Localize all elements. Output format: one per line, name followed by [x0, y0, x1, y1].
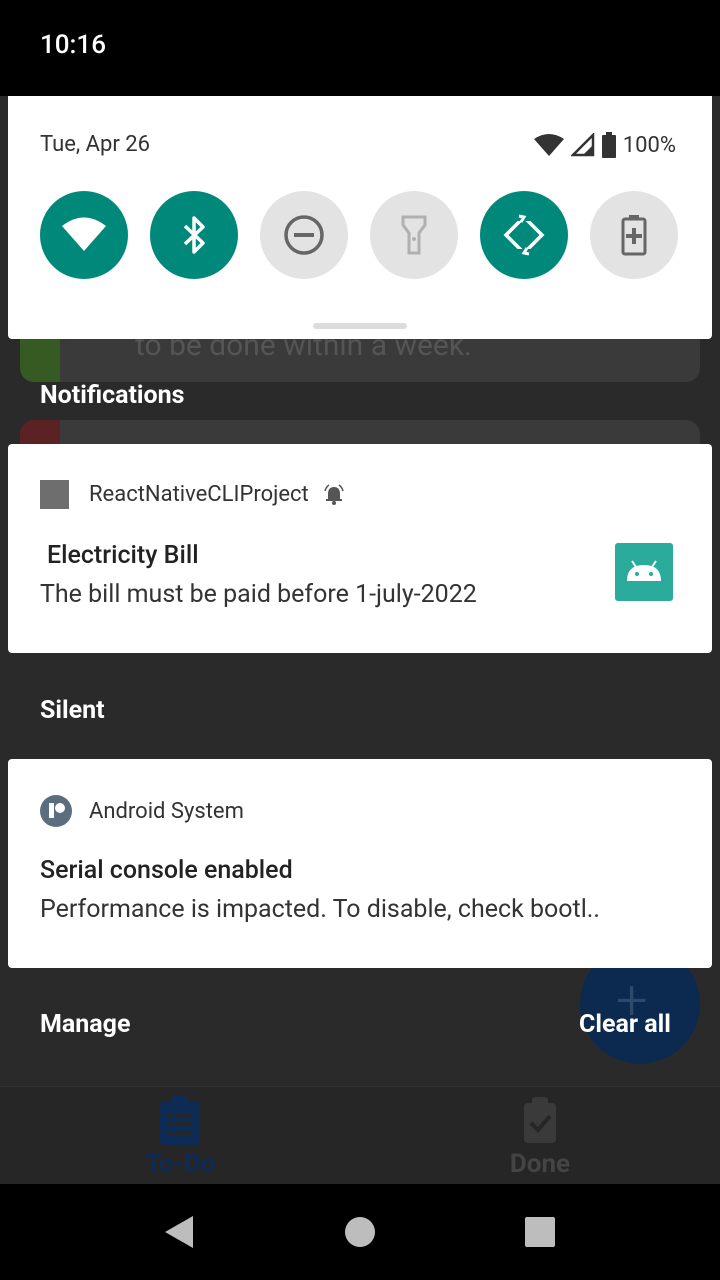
battery-percent: 100%: [622, 132, 676, 158]
notification-card[interactable]: Android System Serial console enabled Pe…: [8, 759, 712, 968]
tab-done: Done: [360, 1087, 720, 1185]
qs-date: Tue, Apr 26: [40, 132, 151, 157]
cell-signal-icon: [570, 133, 595, 157]
notification-body: The bill must be paid before 1-july-2022: [40, 580, 477, 609]
notification-app-row: Android System: [40, 795, 244, 827]
do-not-disturb-tile[interactable]: [260, 191, 348, 279]
flashlight-tile[interactable]: [370, 191, 458, 279]
auto-rotate-icon: [503, 213, 545, 257]
quick-settings-panel: Tue, Apr 26 100%: [8, 96, 712, 339]
bluetooth-icon: [183, 216, 205, 254]
do-not-disturb-icon: [284, 215, 324, 255]
qs-status-icons: 100%: [533, 132, 676, 158]
notification-card[interactable]: ReactNativeCLIProject Electricity Bill T…: [8, 444, 712, 653]
manage-button[interactable]: Manage: [40, 1010, 130, 1039]
wifi-icon: [62, 217, 106, 251]
tab-done-label: Done: [509, 1149, 571, 1179]
notification-app-row: ReactNativeCLIProject: [40, 480, 345, 509]
notification-app-name: ReactNativeCLIProject: [89, 482, 309, 507]
battery-saver-tile[interactable]: [590, 191, 678, 279]
android-large-icon: [615, 543, 673, 601]
clipboard-list-icon: [160, 1095, 200, 1145]
silent-header: Silent: [40, 696, 105, 725]
app-icon: [40, 480, 69, 509]
home-icon[interactable]: [340, 1212, 380, 1252]
clipboard-check-icon: [524, 1097, 556, 1143]
qs-drag-handle[interactable]: [313, 323, 407, 329]
battery-saver-icon: [621, 215, 647, 256]
system-nav-bar: [0, 1184, 720, 1280]
battery-icon: [601, 132, 616, 158]
alert-bell-icon: [324, 483, 344, 505]
back-icon[interactable]: [160, 1212, 200, 1252]
tab-todo: To-Do: [0, 1087, 360, 1185]
android-system-icon: [40, 795, 72, 827]
bluetooth-tile[interactable]: [150, 191, 238, 279]
notification-body: Performance is impacted. To disable, che…: [40, 895, 600, 924]
notifications-header: Notifications: [40, 381, 185, 410]
notification-title: Serial console enabled: [40, 856, 293, 885]
wifi-status-icon: [533, 134, 564, 156]
auto-rotate-tile[interactable]: [480, 191, 568, 279]
flashlight-icon: [401, 215, 427, 255]
recents-icon[interactable]: [520, 1212, 560, 1252]
status-time: 10:16: [40, 30, 106, 60]
bottom-tab-bar: To-Do Done: [0, 1086, 720, 1184]
status-bar: 10:16: [0, 0, 720, 96]
notification-title: Electricity Bill: [47, 541, 199, 570]
wifi-tile[interactable]: [40, 191, 128, 279]
clear-all-button[interactable]: Clear all: [579, 1010, 671, 1039]
tab-todo-label: To-Do: [144, 1149, 216, 1179]
notification-app-name: Android System: [89, 798, 244, 824]
